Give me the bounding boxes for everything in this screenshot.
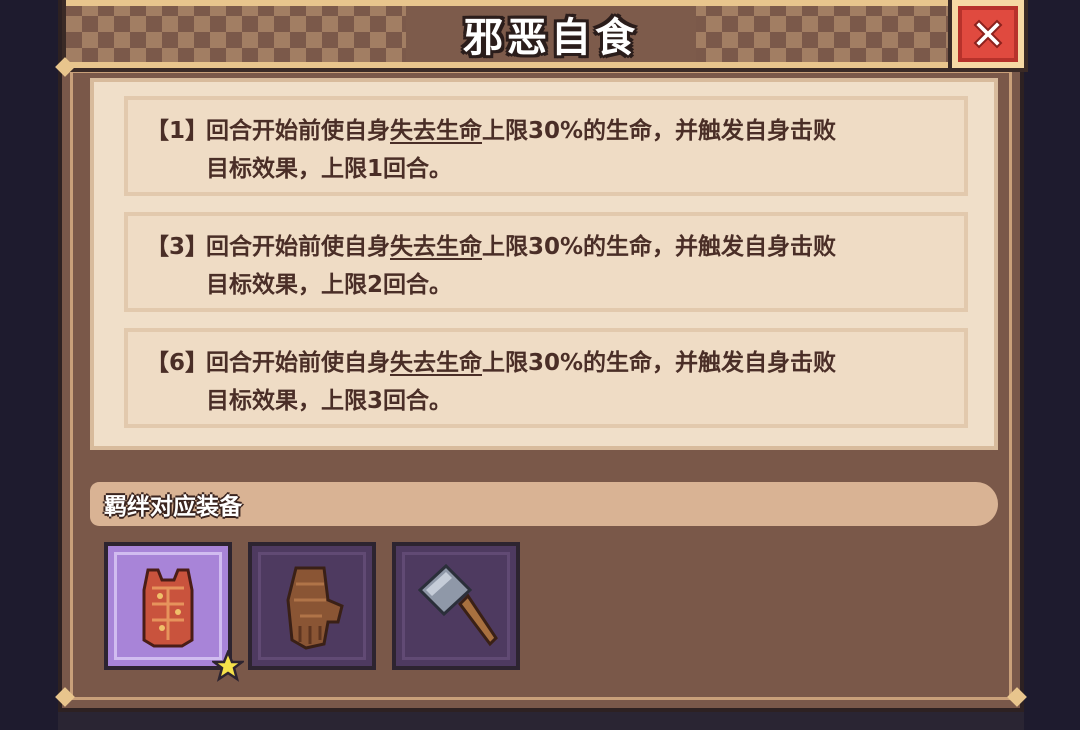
skill-effects-panel: 【1】 回合开始前使自身 失去生命 上限30%的生命，并触发自身击败 目标效果，… [90,78,998,450]
tier-3-effect: 【3】 回合开始前使自身 失去生命 上限30%的生命，并触发自身击败 目标效果，… [124,212,968,312]
keyword-link[interactable]: 失去生命 [390,228,482,266]
star-icon [212,650,244,682]
cleaver-icon [417,563,498,647]
flesh-vest-icon [142,568,194,648]
tier-line: 【3】 回合开始前使自身 失去生命 上限30%的生命，并触发自身击败 [146,228,946,266]
equipment-header: 羁绊对应装备 [90,482,998,526]
effect-text: 回合开始前使自身 [206,350,390,376]
left-backdrop [0,0,58,730]
effect-text-line2: 目标效果，上限1回合。 [206,156,453,182]
effect-text-line2: 目标效果，上限3回合。 [206,388,453,414]
effect-text: 回合开始前使自身 [206,234,390,260]
effect-text-line2: 目标效果，上限2回合。 [206,272,453,298]
tier-line: 【6】 回合开始前使自身 失去生命 上限30%的生命，并触发自身击败 [146,344,946,382]
bond-dialog: 邪恶自食 【1】 回合开始前使自身 失去生命 上限30%的生命，并触发自身击败 … [55,0,1028,712]
effect-text: 上限30%的生命，并触发自身击败 [482,118,837,144]
tier-tag: 【6】 [146,350,209,376]
tier-1-effect: 【1】 回合开始前使自身 失去生命 上限30%的生命，并触发自身击败 目标效果，… [124,96,968,196]
tier-tag: 【3】 [146,234,209,260]
tier-tag: 【1】 [146,118,209,144]
effect-text: 上限30%的生命，并触发自身击败 [482,350,837,376]
leather-glove-icon [286,566,344,650]
title-plate: 邪恶自食 [406,6,696,62]
keyword-link[interactable]: 失去生命 [390,344,482,382]
dialog-title: 邪恶自食 [463,15,639,61]
tier-6-effect: 【6】 回合开始前使自身 失去生命 上限30%的生命，并触发自身击败 目标效果，… [124,328,968,428]
close-button-face [958,6,1018,62]
equipment-slot-cleaver[interactable] [392,542,520,670]
keyword-link[interactable]: 失去生命 [390,112,482,150]
tier-line: 【1】 回合开始前使自身 失去生命 上限30%的生命，并触发自身击败 [146,112,946,150]
equipment-slot-glove[interactable] [248,542,376,670]
close-button[interactable] [948,0,1028,72]
close-icon [973,19,1003,49]
effect-text: 回合开始前使自身 [206,118,390,144]
right-backdrop [1024,0,1080,730]
bottom-strip [58,712,1024,730]
title-bar: 邪恶自食 [62,0,1008,72]
effect-text: 上限30%的生命，并触发自身击败 [482,234,837,260]
equipment-title: 羁绊对应装备 [104,494,242,520]
